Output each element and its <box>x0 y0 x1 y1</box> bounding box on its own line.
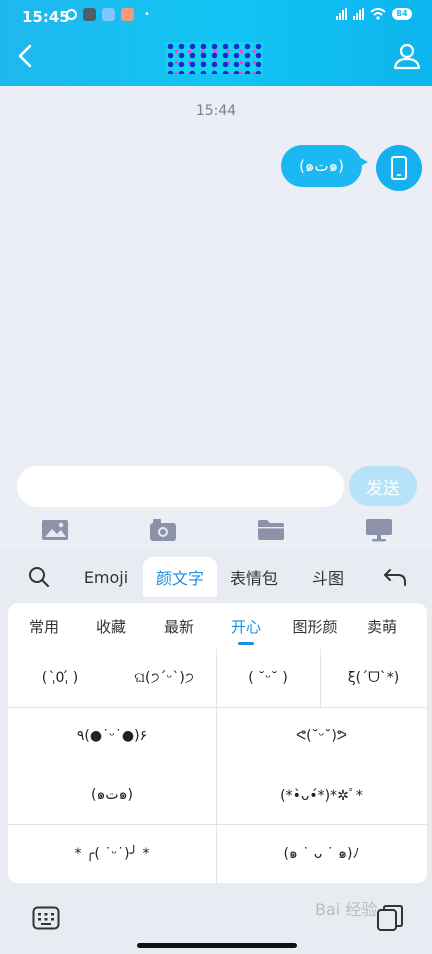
chat-header: 15:45 • 84 <box>0 0 432 86</box>
message-input[interactable] <box>17 466 344 507</box>
sender-avatar[interactable] <box>376 145 422 191</box>
monitor-icon[interactable] <box>363 515 395 545</box>
kaomoji-item[interactable]: ( ˘ᵕ˘ ) <box>216 649 320 707</box>
tab-frequent[interactable]: 常用 <box>14 603 74 649</box>
attachment-toolbar <box>0 515 432 547</box>
keyboard-icon[interactable] <box>32 906 60 930</box>
battery-icon: 84 <box>392 8 412 20</box>
search-icon[interactable] <box>24 557 54 597</box>
signal-icon <box>353 8 364 20</box>
tab-happy[interactable]: 开心 <box>216 603 276 649</box>
profile-icon[interactable] <box>392 40 422 72</box>
kaomoji-item[interactable]: (*•̀ᴗ•́*)*✲ﾟ* <box>216 765 427 824</box>
home-indicator[interactable] <box>137 943 297 948</box>
message-bubble[interactable]: (๑ت๑) <box>281 145 368 187</box>
tab-newest[interactable]: 最新 <box>149 603 209 649</box>
tab-kaomoji[interactable]: 颜文字 <box>143 557 217 597</box>
kaomoji-item[interactable]: (๑ ˙ ᴗ ˙ ๑)ﾉ <box>216 824 427 883</box>
message-timestamp: 15:44 <box>195 103 237 119</box>
tab-favorites[interactable]: 收藏 <box>81 603 141 649</box>
image-icon[interactable] <box>39 515 71 545</box>
clipboard-icon[interactable] <box>376 904 404 932</box>
kaomoji-item[interactable]: * ╭( ˙ᵕ˙)╯ * <box>8 824 216 883</box>
tab-graphic[interactable]: 图形颜 <box>284 603 346 649</box>
subcategory-tabs: 常用 收藏 最新 开心 图形颜 卖萌 <box>8 603 427 649</box>
kaomoji-item[interactable]: (๑ت๑) <box>8 765 216 824</box>
undo-arrow-icon[interactable] <box>380 557 410 597</box>
kaomoji-grid: ( ˌ̀0ˌ́ ) ଘ(੭ˊᵕˋ)੭ ( ˘ᵕ˘ ) ξ(´ᗜ`*) ٩(●˙ᵕ… <box>8 649 427 883</box>
app-icon <box>102 8 115 21</box>
contact-name-pixelated <box>165 42 263 74</box>
tab-cute[interactable]: 卖萌 <box>352 603 412 649</box>
wifi-icon <box>370 8 386 20</box>
app-icon <box>83 8 96 21</box>
kaomoji-item[interactable]: ᕙ(˘ᵕ˘)ᕗ <box>216 707 427 765</box>
alarm-icon <box>66 9 77 20</box>
tab-emoji[interactable]: Emoji <box>76 557 136 597</box>
kaomoji-item[interactable]: ٩(●˙ᵕ˙●)۶ <box>8 707 216 765</box>
input-row: 发送 <box>0 466 432 507</box>
back-arrow-icon[interactable] <box>12 40 42 72</box>
kaomoji-item[interactable]: ξ(´ᗜ`*) <box>320 649 427 707</box>
app-icon <box>121 8 134 21</box>
status-time: 15:45 <box>22 8 70 26</box>
emoji-panel: Emoji 颜文字 表情包 斗图 常用 收藏 最新 开心 图形颜 卖萌 ( ˌ̀… <box>0 549 432 954</box>
status-icons-right: 84 <box>336 8 412 20</box>
camera-icon[interactable] <box>147 515 179 545</box>
kaomoji-item[interactable]: ( ˌ̀0ˌ́ ) <box>8 649 112 707</box>
kaomoji-item[interactable]: ଘ(੭ˊᵕˋ)੭ <box>112 649 216 707</box>
category-bar: Emoji 颜文字 表情包 斗图 <box>0 557 432 599</box>
send-button[interactable]: 发送 <box>349 466 417 506</box>
tab-stickers[interactable]: 表情包 <box>224 557 284 597</box>
signal-icon <box>336 8 347 20</box>
phone-device-icon <box>391 156 407 180</box>
folder-icon[interactable] <box>255 515 287 545</box>
status-icons-left: • <box>66 8 150 21</box>
tab-doutu[interactable]: 斗图 <box>302 557 354 597</box>
